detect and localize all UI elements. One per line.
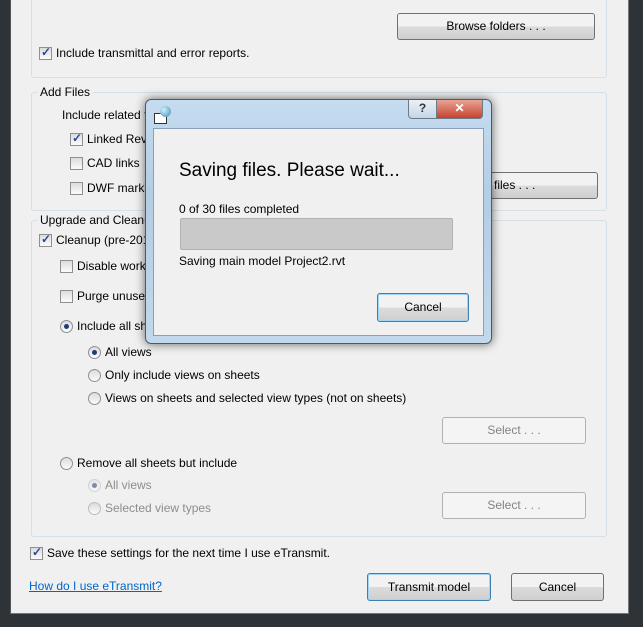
- views-on-sheets-selected-radio[interactable]: [88, 392, 101, 405]
- include-all-sheets-label: Include all she: [77, 319, 154, 333]
- status-text: Saving main model Project2.rvt: [179, 254, 346, 268]
- add-files-title: Add Files: [37, 85, 94, 99]
- linked-revit-checkbox[interactable]: [70, 131, 83, 146]
- dwf-markups-checkbox[interactable]: [70, 182, 83, 195]
- purge-unused-label: Purge unused: [77, 289, 152, 303]
- dialog-cancel-button[interactable]: Cancel: [377, 293, 469, 322]
- dialog-heading: Saving files. Please wait...: [179, 160, 400, 181]
- cleanup-label: Cleanup (pre-2015: [56, 233, 157, 247]
- save-settings-checkbox[interactable]: [30, 545, 43, 560]
- include-transmittal-label: Include transmittal and error reports.: [56, 46, 250, 60]
- progress-text: 0 of 30 files completed: [179, 202, 300, 216]
- cleanup-checkbox[interactable]: [39, 232, 52, 247]
- linked-revit-label: Linked Revi: [87, 132, 150, 146]
- etransmit-app-icon: [154, 106, 172, 124]
- progress-bar: [180, 218, 453, 250]
- close-button[interactable]: ✕: [436, 100, 483, 119]
- help-button[interactable]: ?: [408, 100, 437, 119]
- only-views-on-sheets-label: Only include views on sheets: [105, 368, 260, 382]
- purge-unused-checkbox[interactable]: [60, 290, 73, 303]
- cad-links-label: CAD links: [87, 156, 140, 170]
- disable-worksharing-label: Disable works: [77, 259, 152, 273]
- include-related-label: Include related fil: [62, 108, 153, 122]
- cancel-button[interactable]: Cancel: [511, 573, 604, 601]
- save-settings-label: Save these settings for the next time I …: [47, 546, 331, 560]
- upgrade-cleanup-title: Upgrade and Cleanup: [37, 213, 161, 227]
- views-on-sheets-selected-label: Views on sheets and selected view types …: [105, 391, 407, 405]
- all-views-label-2: All views: [105, 478, 152, 492]
- progress-dialog: ? ✕ Saving files. Please wait... 0 of 30…: [145, 99, 492, 344]
- select-view-types-button-2[interactable]: Select . . .: [442, 492, 586, 519]
- remove-all-sheets-label: Remove all sheets but include: [77, 456, 238, 470]
- browse-folders-button[interactable]: Browse folders . . .: [397, 13, 595, 40]
- include-transmittal-checkbox[interactable]: [39, 45, 52, 60]
- help-link[interactable]: How do I use eTransmit?: [29, 579, 162, 593]
- transmit-model-button[interactable]: Transmit model: [367, 573, 491, 601]
- select-view-types-button-1[interactable]: Select . . .: [442, 417, 586, 444]
- only-views-on-sheets-radio[interactable]: [88, 369, 101, 382]
- all-views-label: All views: [105, 345, 152, 359]
- selected-view-types-radio[interactable]: [88, 502, 101, 515]
- all-views-radio[interactable]: [88, 346, 101, 359]
- dwf-markups-label: DWF marku: [87, 181, 151, 195]
- disable-worksharing-checkbox[interactable]: [60, 260, 73, 273]
- include-all-sheets-radio[interactable]: [60, 320, 73, 333]
- remove-all-sheets-radio[interactable]: [60, 457, 73, 470]
- all-views-radio-2[interactable]: [88, 479, 101, 492]
- selected-view-types-label: Selected view types: [105, 501, 212, 515]
- cad-links-checkbox[interactable]: [70, 157, 83, 170]
- dialog-content: Saving files. Please wait... 0 of 30 fil…: [153, 128, 484, 336]
